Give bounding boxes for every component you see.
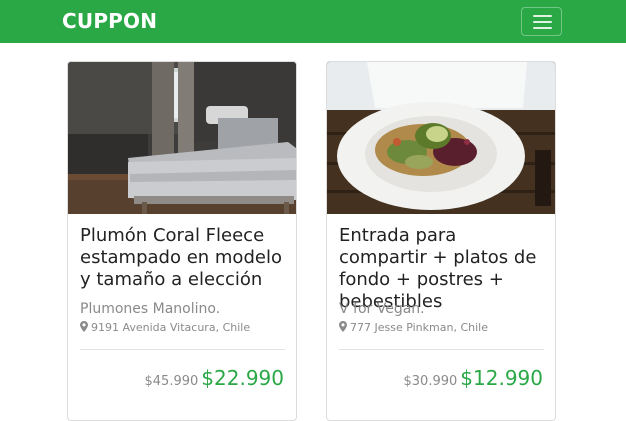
map-pin-icon	[339, 321, 347, 332]
map-pin-icon	[80, 321, 88, 332]
salad-bowl-photo	[327, 62, 555, 214]
address-line: 9191 Avenida Vitacura, Chile	[80, 321, 250, 334]
price-block: $30.990 $12.990	[404, 366, 543, 390]
discount-price: $12.990	[460, 366, 543, 390]
navbar: CUPPON	[0, 0, 626, 43]
deal-card[interactable]: Entrada para compartir + platos de fondo…	[326, 61, 556, 421]
original-price: $45.990	[144, 374, 199, 389]
discount-price: $22.990	[201, 366, 284, 390]
address-text: 777 Jesse Pinkman, Chile	[350, 321, 488, 334]
deal-image-salad[interactable]	[327, 62, 555, 214]
bed-photo	[68, 62, 296, 214]
seller-name: Plumones Manolino.	[80, 301, 221, 317]
deal-title[interactable]: Plumón Coral Fleece estampado en modelo …	[80, 225, 290, 291]
hamburger-line	[533, 27, 552, 29]
deal-card[interactable]: Plumón Coral Fleece estampado en modelo …	[67, 61, 297, 421]
original-price: $30.990	[403, 374, 458, 389]
price-block: $45.990 $22.990	[145, 366, 284, 390]
hamburger-line	[533, 21, 552, 23]
address-text: 9191 Avenida Vitacura, Chile	[91, 321, 251, 334]
deal-image-bed[interactable]	[68, 62, 296, 214]
card-divider	[80, 349, 285, 350]
brand-logo[interactable]: CUPPON	[62, 9, 157, 33]
seller-name: V for Vegan.	[339, 301, 425, 317]
card-divider	[339, 349, 544, 350]
address-line: 777 Jesse Pinkman, Chile	[339, 321, 488, 334]
deal-title[interactable]: Entrada para compartir + platos de fondo…	[339, 225, 549, 313]
hamburger-line	[533, 15, 552, 17]
menu-toggle-button[interactable]	[521, 7, 562, 36]
